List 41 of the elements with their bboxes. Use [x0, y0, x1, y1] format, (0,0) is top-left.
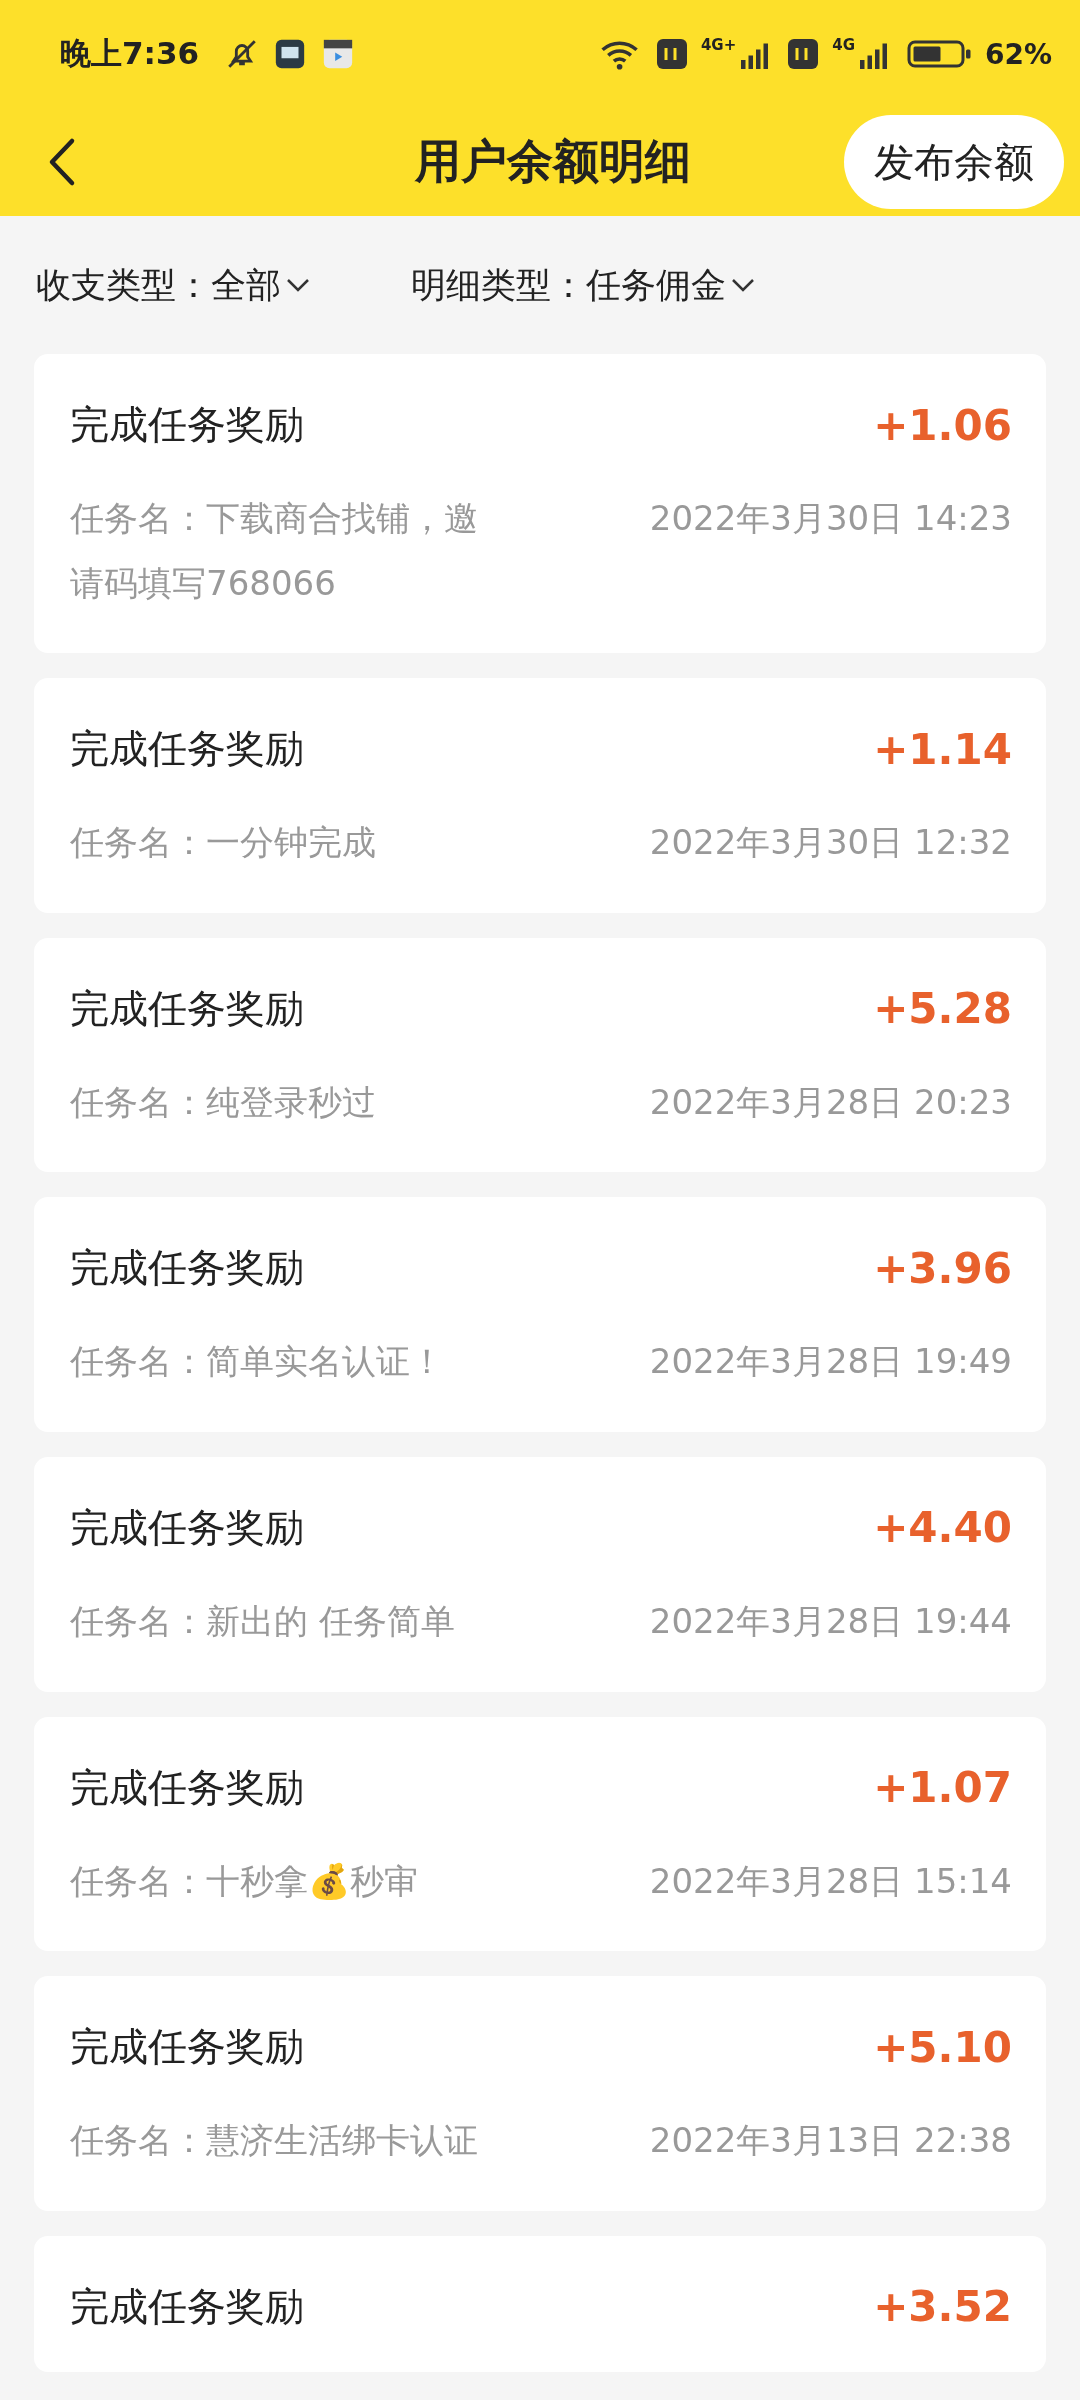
record-amount: +3.96	[873, 1243, 1012, 1293]
record-amount: +5.10	[873, 2022, 1012, 2072]
page-title: 用户余额明细	[415, 133, 691, 190]
record-amount: +1.06	[873, 400, 1012, 450]
record-amount: +4.40	[873, 1503, 1012, 1553]
record-title: 完成任务奖励	[70, 1244, 304, 1293]
record-title: 完成任务奖励	[70, 1763, 304, 1812]
task-name: 任务名：下载商合找铺，邀请码填写768066	[70, 497, 479, 605]
record-amount: +3.52	[873, 2282, 1012, 2332]
record-date: 2022年3月28日 15:14	[649, 1859, 1012, 1903]
record-title: 完成任务奖励	[70, 1503, 304, 1552]
record-date: 2022年3月30日 14:23	[649, 497, 1012, 540]
chevron-down-icon	[285, 277, 311, 293]
record-title: 完成任务奖励	[70, 2282, 304, 2331]
status-time: 晚上7:36	[60, 34, 200, 73]
record-amount: +1.14	[873, 724, 1012, 774]
record-amount: +5.28	[873, 984, 1012, 1034]
publish-balance-button[interactable]: 发布余额	[844, 115, 1064, 209]
task-name: 任务名：简单实名认证！	[70, 1340, 444, 1384]
task-name: 任务名：十秒拿💰秒审	[70, 1859, 418, 1903]
network-type: 4G+	[700, 36, 737, 54]
task-name: 任务名：纯登录秒过	[70, 1080, 376, 1124]
filter-dropdown[interactable]: 收支类型：全部	[36, 261, 311, 309]
record-title: 完成任务奖励	[70, 2023, 304, 2072]
record-title: 完成任务奖励	[70, 984, 304, 1033]
record-title: 完成任务奖励	[70, 725, 304, 774]
task-name: 任务名：一分钟完成	[70, 821, 376, 865]
record-date: 2022年3月28日 19:49	[649, 1340, 1012, 1384]
network-type: 4G	[832, 36, 855, 54]
battery-percent: 62%	[984, 37, 1052, 71]
record-date: 2022年3月28日 19:44	[649, 1599, 1012, 1643]
battery-icon	[906, 39, 971, 69]
chevron-down-icon	[730, 277, 756, 293]
record-date: 2022年3月28日 20:23	[649, 1080, 1012, 1124]
task-name: 任务名：慧济生活绑卡认证	[70, 2119, 478, 2163]
record-date: 2022年3月30日 12:32	[649, 821, 1012, 865]
record-title: 完成任务奖励	[70, 401, 304, 449]
record-amount: +1.07	[873, 1763, 1012, 1813]
task-name: 任务名：新出的 任务简单	[70, 1599, 455, 1643]
filter-dropdown[interactable]: 明细类型：任务佣金	[411, 261, 756, 309]
record-date: 2022年3月13日 22:38	[649, 2119, 1012, 2163]
